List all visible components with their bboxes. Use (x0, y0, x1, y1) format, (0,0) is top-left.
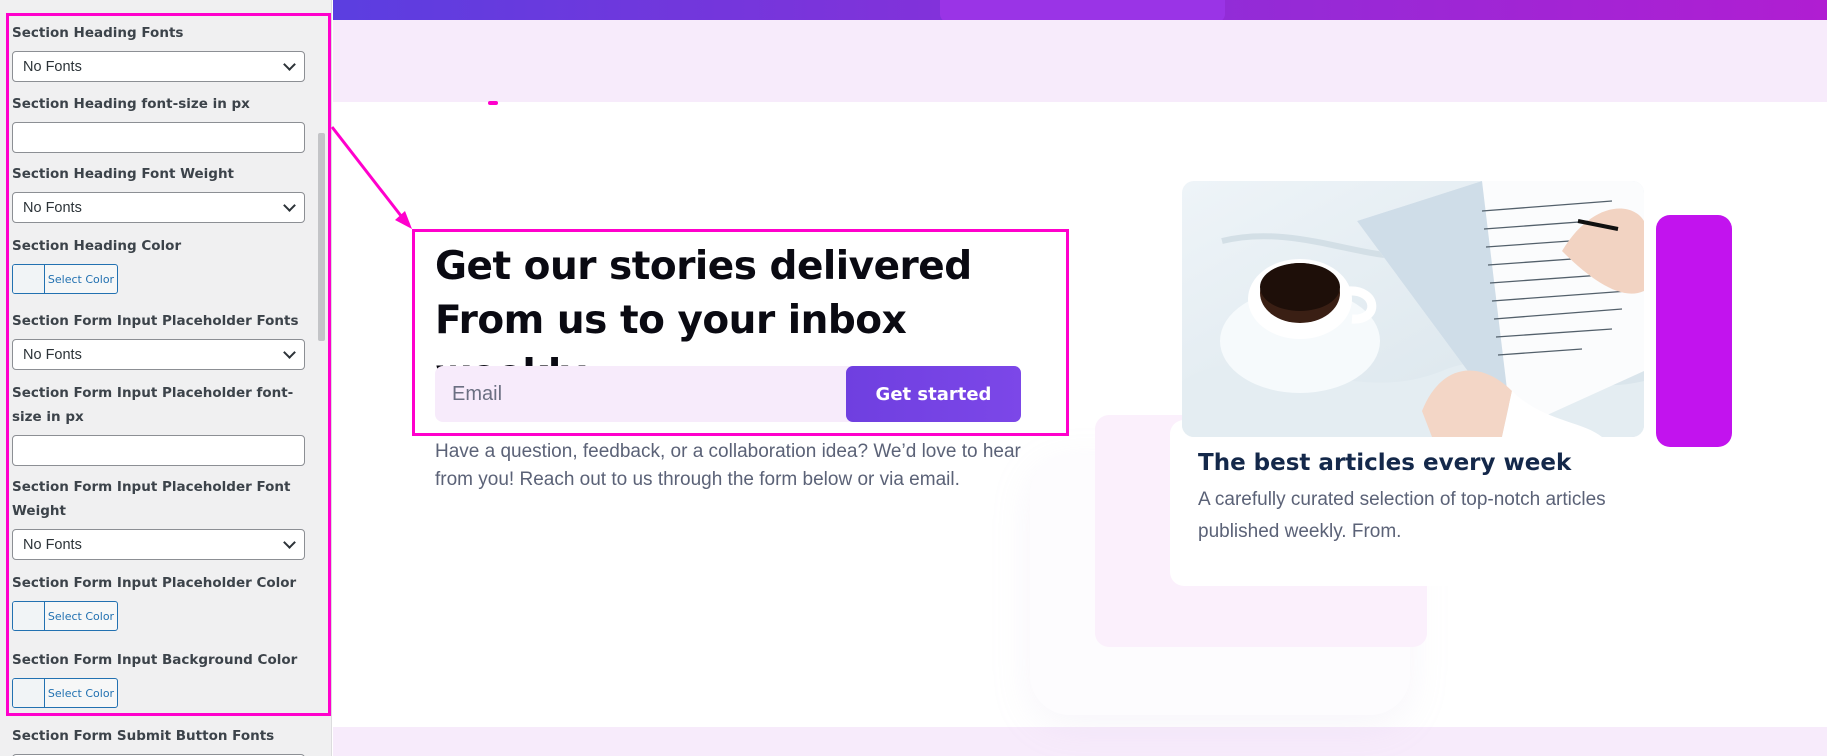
card-description: A carefully curated selection of top-not… (1198, 489, 1606, 542)
decorative-purple-block (1656, 215, 1732, 447)
card-image (1182, 181, 1644, 437)
page-root: Section Heading Fonts No Fonts Section H… (0, 0, 1827, 756)
hero-description: Have a question, feedback, or a collabor… (435, 441, 1021, 490)
card-illustration (1182, 181, 1644, 437)
get-started-button[interactable]: Get started (846, 366, 1021, 422)
card-title: The best articles every week (1198, 450, 1572, 476)
email-placeholder: Email (452, 383, 503, 405)
hero-title-line-1: Get our stories delivered (435, 244, 972, 289)
